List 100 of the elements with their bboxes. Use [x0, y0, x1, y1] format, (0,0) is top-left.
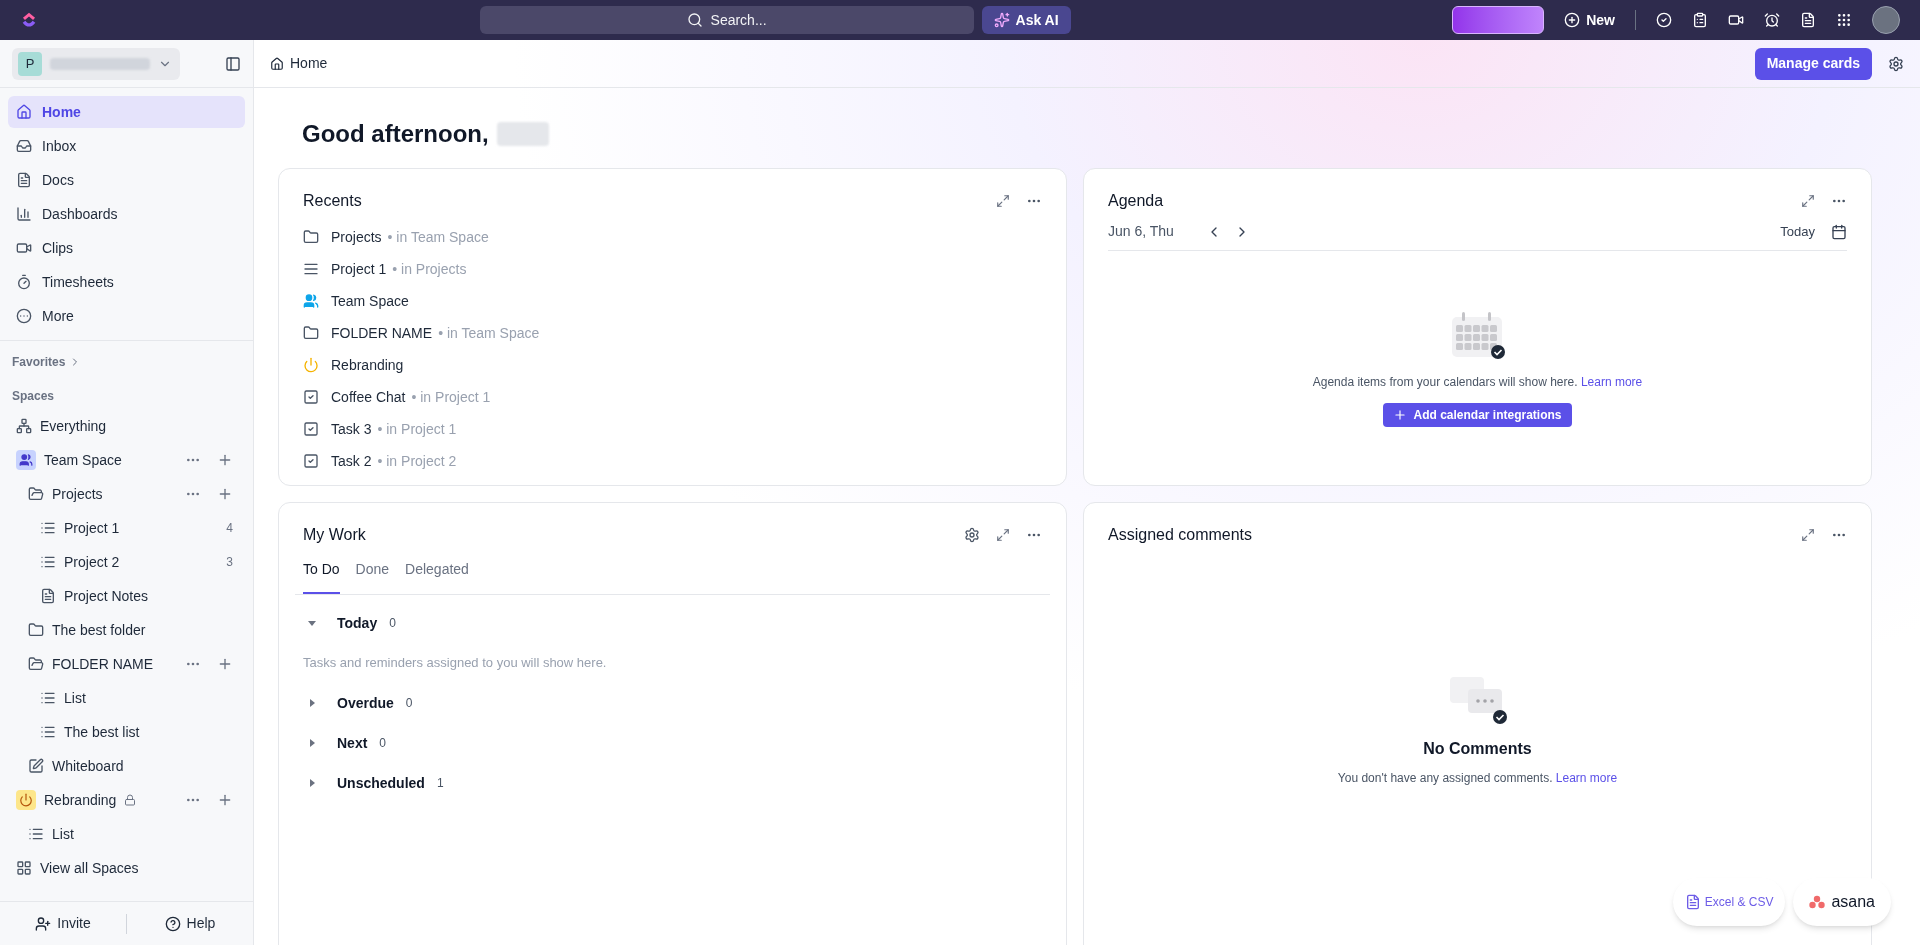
power-icon: [16, 790, 36, 810]
people-icon: [303, 293, 319, 309]
apps-grid-icon[interactable]: [1836, 12, 1852, 28]
sidebar-tree-item[interactable]: The best list: [8, 715, 245, 749]
recent-item[interactable]: FOLDER NAME • in Team Space: [303, 317, 1042, 349]
list-icon: [40, 724, 56, 740]
manage-cards-button[interactable]: Manage cards: [1754, 47, 1872, 80]
sidebar-nav-item[interactable]: Dashboards: [8, 198, 245, 230]
add-calendar-button[interactable]: Add calendar integrations: [1383, 403, 1572, 427]
recent-item-location: • in Projects: [392, 259, 467, 279]
expand-icon[interactable]: [1801, 528, 1815, 542]
group-count: 1: [436, 775, 444, 792]
calendar-icon[interactable]: [1831, 223, 1847, 240]
settings-icon[interactable]: [1888, 55, 1904, 72]
recent-item[interactable]: Project 1 • in Projects: [303, 253, 1042, 285]
recent-item-location: • in Project 2: [377, 451, 457, 471]
recent-item[interactable]: Task 2 • in Project 2: [303, 445, 1042, 477]
recent-item[interactable]: Coffee Chat • in Project 1: [303, 381, 1042, 413]
add-icon[interactable]: [217, 452, 233, 468]
recent-item[interactable]: Team Space: [303, 285, 1042, 317]
recent-item[interactable]: Task 3 • in Project 1: [303, 413, 1042, 445]
sidebar-nav-item[interactable]: More: [8, 300, 245, 332]
sidebar-toggle-icon[interactable]: [225, 55, 241, 72]
video-camera-icon[interactable]: [1728, 12, 1744, 28]
add-icon[interactable]: [217, 486, 233, 502]
clipboard-icon[interactable]: [1692, 12, 1708, 28]
document-icon: [40, 588, 56, 604]
recent-item-title: FOLDER NAME: [331, 323, 433, 343]
sidebar-tree-item[interactable]: Team Space: [8, 443, 245, 477]
document-icon: [16, 172, 32, 188]
check-circle-icon[interactable]: [1656, 12, 1672, 28]
favorites-header[interactable]: Favorites: [8, 349, 245, 375]
task-group-header[interactable]: Today 0: [303, 603, 1042, 643]
expand-icon[interactable]: [1801, 194, 1815, 208]
tab[interactable]: Done: [355, 555, 390, 594]
sidebar-nav-item[interactable]: Inbox: [8, 130, 245, 162]
recent-item-title: Task 2: [331, 451, 372, 471]
workspace-avatar: P: [18, 51, 42, 76]
bar-chart-icon: [16, 206, 32, 222]
add-icon[interactable]: [217, 656, 233, 672]
group-label: Today: [337, 613, 378, 633]
home-icon: [270, 56, 284, 71]
footer-button[interactable]: Invite: [0, 913, 126, 934]
tab[interactable]: To Do: [303, 555, 340, 594]
settings-icon[interactable]: [964, 527, 980, 543]
sidebar-tree-item[interactable]: Everything: [8, 409, 245, 443]
recent-item[interactable]: Projects • in Team Space: [303, 221, 1042, 253]
sidebar-tree-item[interactable]: Project 1 4: [8, 511, 245, 545]
empty-hint: Tasks and reminders assigned to you will show here.: [303, 654, 608, 673]
sidebar-tree-item[interactable]: Rebranding: [8, 783, 245, 817]
group-count: 0: [379, 735, 387, 752]
user-avatar[interactable]: [1872, 6, 1900, 34]
sidebar-tree-item[interactable]: List: [8, 681, 245, 715]
alarm-clock-icon[interactable]: [1764, 12, 1780, 28]
folder-icon: [303, 325, 319, 341]
agenda-date: Jun 6, Thu: [1108, 222, 1174, 241]
task-group-header[interactable]: Unscheduled 1: [303, 763, 1042, 803]
add-icon[interactable]: [217, 792, 233, 808]
item-count: 3: [226, 554, 233, 571]
more-icon: [16, 308, 32, 324]
new-button[interactable]: New: [1564, 9, 1615, 31]
plus-icon: [1393, 408, 1408, 422]
sidebar-nav-item[interactable]: Timesheets: [8, 266, 245, 298]
video-camera-icon: [16, 240, 32, 256]
group-count: 0: [405, 695, 413, 712]
sidebar-tree-item[interactable]: Project 2 3: [8, 545, 245, 579]
import-button[interactable]: Excel & CSV: [1672, 878, 1786, 926]
expand-icon[interactable]: [996, 528, 1010, 542]
sidebar-tree-item[interactable]: List: [8, 817, 245, 851]
promo-button[interactable]: [1452, 6, 1545, 34]
recent-item[interactable]: Rebranding: [303, 349, 1042, 381]
sidebar-nav-item[interactable]: Clips: [8, 232, 245, 264]
search-field[interactable]: Search...: [479, 6, 974, 34]
sidebar-tree-item[interactable]: The best folder: [8, 613, 245, 647]
today-button[interactable]: Today: [1780, 221, 1815, 242]
sidebar-tree-item[interactable]: FOLDER NAME: [8, 647, 245, 681]
breadcrumb[interactable]: Home: [270, 53, 328, 74]
workspace-switcher[interactable]: P: [12, 47, 180, 80]
sidebar-tree-item[interactable]: View all Spaces: [8, 851, 245, 885]
task-group-header[interactable]: Next 0: [303, 723, 1042, 763]
sidebar-tree-item[interactable]: Project Notes: [8, 579, 245, 613]
card-title: Agenda: [1108, 191, 1164, 211]
import-button[interactable]: asana: [1793, 878, 1891, 926]
sidebar-tree-item[interactable]: Projects: [8, 477, 245, 511]
ask-ai-button[interactable]: Ask AI: [981, 6, 1071, 34]
task-group-header[interactable]: Overdue 0: [303, 683, 1042, 723]
card-title: My Work: [303, 525, 366, 545]
empty-text: You don't have any assigned comments. Learn more: [1337, 770, 1618, 787]
recent-item-location: • in Team Space: [438, 323, 540, 343]
sidebar-nav-item[interactable]: Docs: [8, 164, 245, 196]
document-icon[interactable]: [1800, 12, 1816, 28]
sidebar-tree-item[interactable]: Whiteboard: [8, 749, 245, 783]
learn-more-link[interactable]: Learn more: [1580, 375, 1643, 389]
list-icon: [28, 826, 44, 842]
home-icon: [16, 104, 32, 120]
tab[interactable]: Delegated: [405, 555, 469, 594]
footer-button[interactable]: Help: [127, 913, 253, 934]
expand-icon[interactable]: [996, 194, 1010, 208]
sidebar-nav-item[interactable]: Home: [8, 96, 245, 128]
learn-more-link[interactable]: Learn more: [1555, 771, 1618, 785]
